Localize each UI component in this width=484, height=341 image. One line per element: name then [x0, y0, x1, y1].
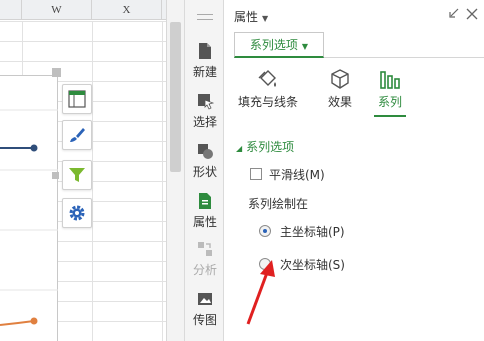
- upload-image-icon: [198, 293, 212, 305]
- sidebar-item-label: 选择: [192, 115, 217, 129]
- fill-bucket-icon: [258, 70, 276, 87]
- caret-down-icon: ▼: [262, 14, 269, 23]
- subtab-label: 系列: [377, 95, 402, 109]
- chart-filter-button[interactable]: [62, 160, 92, 190]
- smooth-line-option[interactable]: 平滑线(M): [250, 166, 325, 182]
- primary-axis-option[interactable]: 主坐标轴(P): [259, 223, 345, 239]
- collapse-triangle-icon: ◢: [236, 144, 243, 153]
- panel-title-dropdown[interactable]: 属性 ▼: [234, 8, 268, 25]
- subtab-effects[interactable]: 效果: [320, 68, 360, 110]
- panel-title: 属性: [234, 10, 259, 24]
- sidebar-item-label: 形状: [192, 165, 217, 179]
- subtab-series[interactable]: 系列: [370, 68, 410, 110]
- sidebar-item-label: 属性: [192, 215, 217, 229]
- vertical-scrollbar[interactable]: [166, 0, 184, 341]
- primary-axis-label: 主坐标轴(P): [280, 224, 345, 239]
- chart-settings-button[interactable]: [62, 198, 92, 228]
- cube-icon: [331, 69, 349, 89]
- funnel-icon: [69, 168, 85, 182]
- primary-axis-radio[interactable]: [259, 225, 271, 237]
- plot-series-on-label: 系列绘制在: [248, 197, 309, 211]
- sidebar-item-label: 新建: [192, 65, 217, 79]
- chart-elements-button[interactable]: [62, 84, 92, 114]
- sidebar-item-analysis[interactable]: 分析: [185, 236, 225, 286]
- analysis-icon: [198, 242, 212, 256]
- chart-elements-icon: [68, 90, 86, 108]
- toolbar-grip-icon[interactable]: [197, 14, 213, 20]
- subtab-fill-and-line[interactable]: 填充与线条: [236, 68, 300, 110]
- subtab-label: 填充与线条: [237, 95, 298, 109]
- sidebar-item-label: 传图: [192, 313, 217, 327]
- collapse-icon[interactable]: [446, 7, 460, 21]
- series-line-orange: [0, 320, 35, 326]
- new-icon: [199, 43, 211, 59]
- sidebar-item-shape[interactable]: 形状: [185, 138, 225, 188]
- brush-icon: [70, 128, 85, 142]
- shape-icon: [198, 144, 213, 159]
- active-subtab-indicator: [374, 115, 406, 117]
- sidebar-item-select[interactable]: 选择: [185, 88, 225, 138]
- gear-icon: [69, 205, 85, 221]
- sidebar-item-label: 分析: [192, 263, 217, 277]
- select-icon: [198, 94, 214, 110]
- bar-series-icon: [380, 71, 400, 89]
- series-point-blue: [30, 144, 38, 152]
- spreadsheet-area[interactable]: W X: [0, 0, 184, 341]
- tab-label: 系列选项: [249, 38, 298, 52]
- subtab-label: 效果: [327, 95, 352, 109]
- properties-icon: [199, 193, 211, 209]
- sidebar-item-properties[interactable]: 属性: [185, 188, 225, 238]
- close-icon[interactable]: [465, 7, 479, 21]
- red-arrow-icon: [246, 260, 275, 325]
- section-series-options[interactable]: ◢ 系列选项: [236, 138, 294, 155]
- chart-styles-button[interactable]: [62, 120, 92, 150]
- sidebar-item-new[interactable]: 新建: [185, 38, 225, 88]
- scrollbar-thumb[interactable]: [170, 22, 181, 172]
- secondary-axis-label: 次坐标轴(S): [280, 257, 345, 272]
- tab-series-options[interactable]: 系列选项 ▼: [234, 32, 324, 58]
- sidebar-item-upload-image[interactable]: 传图: [185, 286, 225, 336]
- tab-divider: [324, 57, 484, 58]
- side-toolbar: 新建 选择 形状 属性 分析 传图: [184, 0, 224, 341]
- section-title: 系列选项: [246, 140, 295, 154]
- smooth-line-checkbox[interactable]: [250, 168, 262, 180]
- caret-down-icon: ▼: [301, 42, 309, 51]
- series-point-orange: [30, 317, 38, 325]
- smooth-line-label: 平滑线(M): [269, 167, 325, 182]
